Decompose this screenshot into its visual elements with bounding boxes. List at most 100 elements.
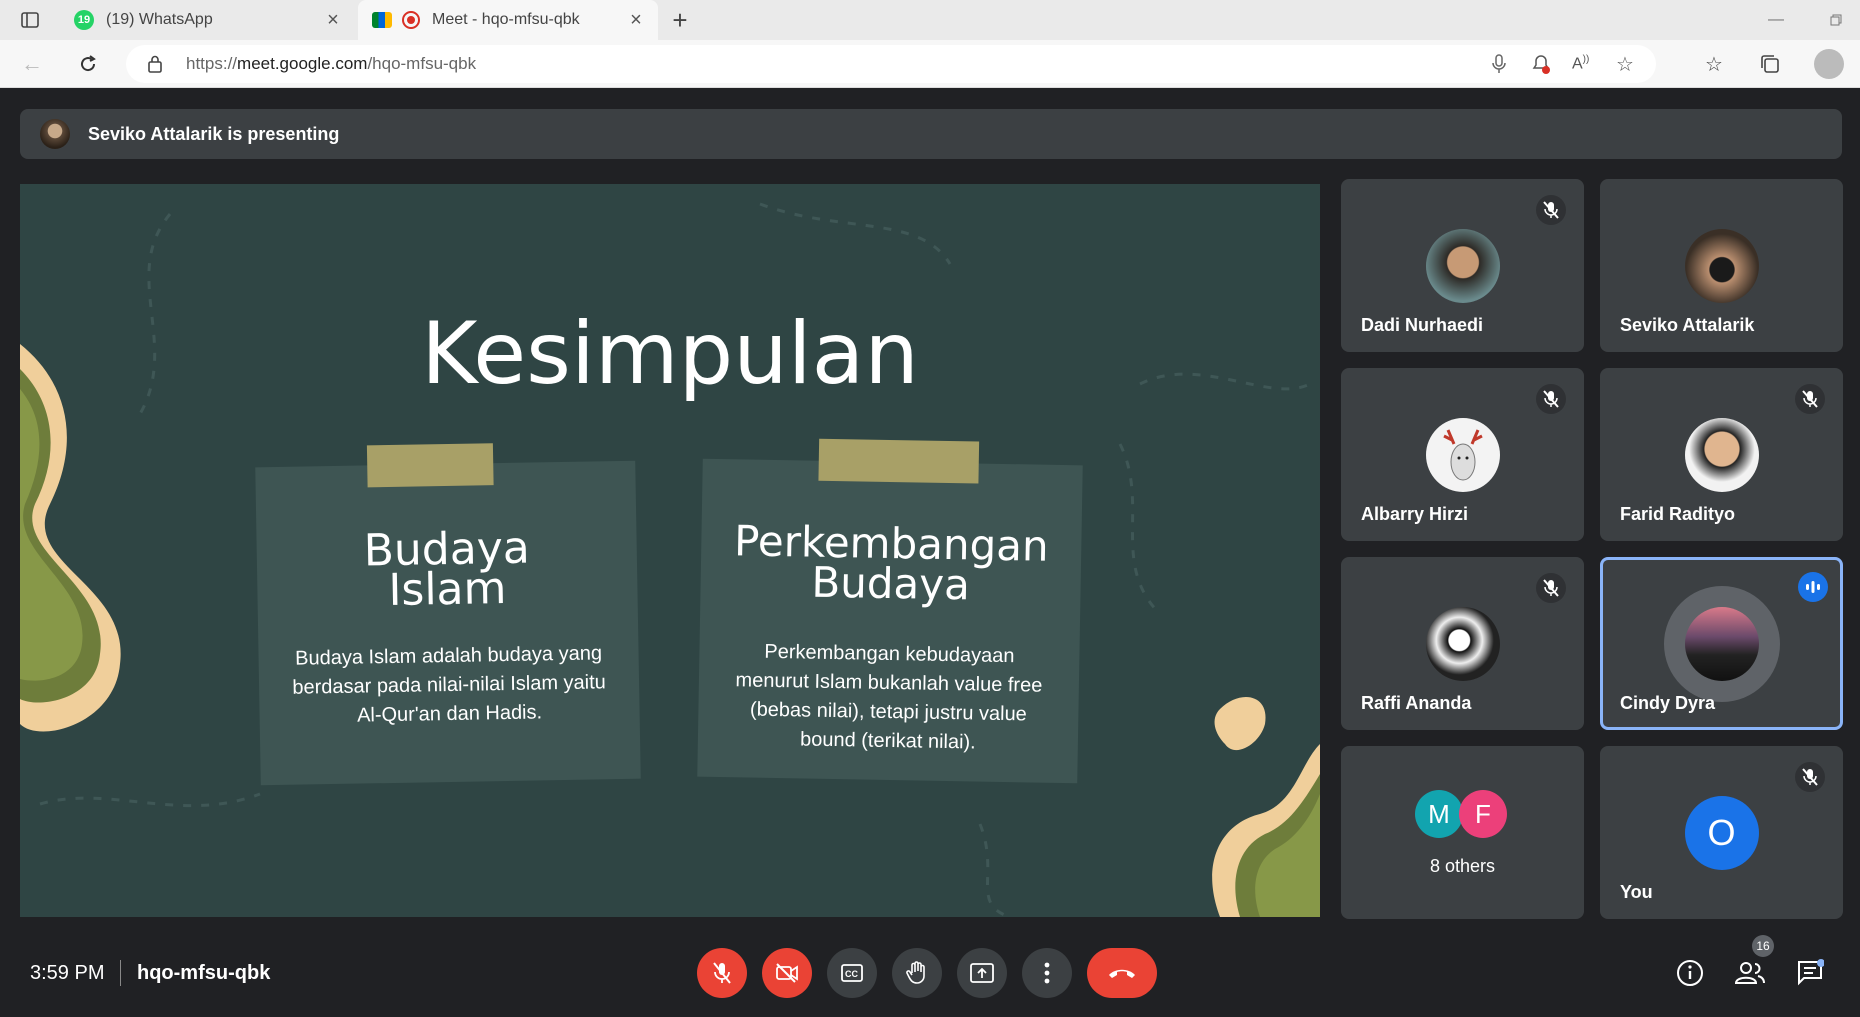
restore-icon[interactable] — [1824, 8, 1848, 32]
participant-tile[interactable]: Seviko Attalarik — [1600, 179, 1843, 352]
participant-tile[interactable]: Raffi Ananda — [1341, 557, 1584, 730]
tab-title: Meet - hqo-mfsu-qbk — [432, 11, 580, 28]
favorites-icon[interactable]: ☆ — [1700, 50, 1728, 78]
participant-avatar — [1425, 417, 1500, 492]
slide-decoration — [20, 202, 1320, 917]
mic-off-icon — [1795, 762, 1825, 792]
presenting-banner: Seviko Attalarik is presenting — [20, 109, 1842, 159]
whatsapp-icon: 19 — [74, 10, 94, 30]
camera-toggle-button[interactable] — [762, 948, 812, 998]
participant-name: Albarry Hirzi — [1361, 504, 1469, 524]
tape-decoration — [366, 443, 494, 488]
presentation-slide: Kesimpulan Budaya Islam Budaya Islam adal… — [20, 184, 1320, 917]
microphone-icon[interactable] — [1492, 54, 1506, 79]
address-bar-row: ← https://meet.google.com/hqo-mfsu-qbk A… — [0, 40, 1860, 88]
people-button[interactable] — [1734, 957, 1766, 989]
mic-off-icon — [1795, 384, 1825, 414]
tape-decoration — [818, 438, 980, 484]
close-tab-icon[interactable]: × — [624, 9, 648, 32]
tab-whatsapp[interactable]: 19 (19) WhatsApp × — [60, 0, 355, 40]
self-label: You — [1620, 882, 1653, 902]
other-avatar-m: M — [1415, 790, 1463, 838]
back-icon[interactable]: ← — [18, 50, 46, 78]
read-aloud-icon[interactable]: A)) — [1572, 54, 1589, 73]
meeting-time: 3:59 PM — [30, 962, 105, 984]
close-tab-icon[interactable]: × — [321, 9, 345, 32]
captions-button[interactable]: CC — [827, 948, 877, 998]
speaking-indicator-icon — [1798, 572, 1828, 602]
self-tile[interactable]: O You — [1600, 746, 1843, 919]
others-count-label: 8 others — [1429, 856, 1496, 876]
card-title: Perkembangan Budaya — [700, 516, 1081, 610]
participant-name: Dadi Nurhaedi — [1361, 315, 1484, 335]
participant-name: Raffi Ananda — [1361, 693, 1472, 713]
slide-card-perkembangan-budaya: Perkembangan Budaya Perkembangan kebudaya… — [697, 438, 1083, 784]
participant-tile[interactable]: Farid Radityo — [1600, 368, 1843, 541]
browser-tab-bar: 19 (19) WhatsApp × Meet - hqo-mfsu-qbk ×… — [0, 0, 1860, 40]
participant-avatar — [1425, 228, 1500, 303]
minimize-icon[interactable]: — — [1764, 8, 1788, 32]
participant-tile[interactable]: Dadi Nurhaedi — [1341, 179, 1584, 352]
svg-text:CC: CC — [845, 969, 858, 979]
more-options-button[interactable] — [1022, 948, 1072, 998]
recording-icon — [402, 11, 420, 29]
divider — [120, 960, 121, 986]
hand-icon — [906, 961, 925, 984]
meeting-controls-bar: 3:59 PM hqo-mfsu-qbk CC — [0, 940, 1860, 1017]
meeting-code: hqo-mfsu-qbk — [137, 962, 271, 984]
call-end-icon — [1109, 969, 1135, 978]
meet-icon — [372, 12, 392, 28]
collections-icon[interactable] — [1756, 50, 1784, 78]
slide-card-budaya-islam: Budaya Islam Budaya Islam adalah budaya y… — [255, 443, 641, 786]
raise-hand-button[interactable] — [892, 948, 942, 998]
tab-title: (19) WhatsApp — [106, 11, 213, 28]
mic-off-icon — [1536, 195, 1566, 225]
participant-name: Farid Radityo — [1620, 504, 1736, 524]
new-tab-icon[interactable]: + — [666, 5, 694, 35]
other-avatar-f: F — [1459, 790, 1507, 838]
people-icon — [1735, 962, 1765, 984]
tab-actions-icon[interactable] — [18, 10, 42, 30]
card-body: Budaya Islam adalah budaya yang berdasar… — [292, 642, 607, 727]
presenting-text: Seviko Attalarik is presenting — [88, 123, 340, 144]
card-title-line2: Budaya — [811, 557, 971, 610]
lock-icon[interactable] — [148, 55, 162, 78]
camera-off-icon — [776, 963, 798, 983]
card-title-line2: Islam — [387, 562, 507, 617]
card-body: Perkembangan kebudayaan menurut Islam bu… — [735, 640, 1043, 754]
reload-icon[interactable] — [74, 50, 102, 78]
microphone-toggle-button[interactable] — [697, 948, 747, 998]
notifications-blocked-icon[interactable] — [1530, 53, 1552, 80]
presenter-avatar — [40, 119, 70, 149]
others-tile[interactable]: M F 8 others — [1341, 746, 1584, 919]
url-text: https://meet.google.com/hqo-mfsu-qbk — [186, 54, 476, 74]
self-avatar: O — [1684, 795, 1759, 870]
chat-icon — [1798, 959, 1824, 986]
url-protocol: https:// — [186, 54, 238, 73]
closed-captions-icon: CC — [841, 964, 863, 982]
leave-call-button[interactable] — [1087, 948, 1157, 998]
mic-off-icon — [1536, 573, 1566, 603]
mic-off-icon — [1536, 384, 1566, 414]
participant-avatar — [1684, 417, 1759, 492]
meeting-details-button[interactable] — [1674, 957, 1706, 989]
participant-tile[interactable]: Albarry Hirzi — [1341, 368, 1584, 541]
slide-heading: Kesimpulan — [421, 304, 919, 404]
participant-avatar — [1684, 606, 1759, 681]
mic-off-icon — [713, 962, 731, 984]
participant-name: Seviko Attalarik — [1620, 315, 1755, 335]
participant-tile-active-speaker[interactable]: Cindy Dyra — [1600, 557, 1843, 730]
url-path: /hqo-mfsu-qbk — [367, 54, 477, 73]
url-field[interactable]: https://meet.google.com/hqo-mfsu-qbk A))… — [126, 45, 1656, 83]
participant-avatar — [1684, 228, 1759, 303]
profile-icon[interactable] — [1814, 49, 1844, 79]
participant-avatar — [1425, 606, 1500, 681]
add-favorite-icon[interactable]: ☆ — [1616, 52, 1634, 77]
card-title: Budaya Islam — [256, 523, 637, 617]
present-screen-button[interactable] — [957, 948, 1007, 998]
participant-count-badge: 16 — [1752, 935, 1774, 957]
present-to-all-icon — [970, 963, 994, 983]
tab-meet[interactable]: Meet - hqo-mfsu-qbk × — [358, 0, 658, 40]
chat-button[interactable] — [1794, 957, 1826, 989]
participant-name: Cindy Dyra — [1620, 693, 1716, 713]
